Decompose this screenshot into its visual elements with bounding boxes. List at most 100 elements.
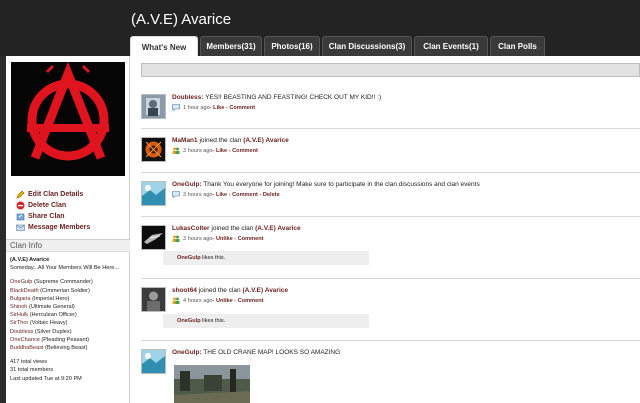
tab-clan-events[interactable]: Clan Events(1) bbox=[414, 36, 488, 56]
feed-user-link[interactable]: MaMan1 bbox=[172, 137, 198, 144]
clan-tagline: Someday...All Your Members Will Be Here.… bbox=[10, 264, 128, 272]
avatar[interactable] bbox=[141, 137, 166, 162]
list-item: BlackDeath (Cimmerian Soldier) bbox=[10, 287, 128, 295]
avatar[interactable] bbox=[141, 181, 166, 206]
member-link[interactable]: Shinoh bbox=[10, 304, 27, 310]
clan-actions: Edit Clan Details Delete Clan Share Clan… bbox=[16, 189, 90, 233]
members-icon bbox=[172, 147, 180, 154]
comment-icon bbox=[172, 104, 180, 111]
avatar[interactable] bbox=[141, 349, 166, 374]
feed-time: 1 hour ago bbox=[183, 105, 210, 111]
member-rank: (Herculean Officer) bbox=[30, 312, 77, 318]
page-title: (A.V.E) Avarice bbox=[131, 11, 231, 28]
feed-actions[interactable]: - Unlike - Comment bbox=[213, 298, 264, 304]
feed-user-link[interactable]: OneGulp: bbox=[172, 349, 202, 356]
feed-meta: 4 hours ago - Unlike - Comment bbox=[172, 297, 264, 304]
header: (A.V.E) Avarice What's New Members(31) P… bbox=[0, 0, 640, 56]
last-updated: Last updated Tue at 9:20 PM bbox=[10, 375, 128, 383]
tab-clan-discussions[interactable]: Clan Discussions(3) bbox=[322, 36, 412, 56]
tab-bar: What's New Members(31) Photos(16) Clan D… bbox=[130, 36, 547, 57]
feed-actions[interactable]: - Like - Comment bbox=[210, 105, 255, 111]
feed-meta: 3 hours ago - Like - Comment bbox=[172, 147, 258, 154]
feed-meta: 3 hours ago - Like - Comment - Delete bbox=[172, 191, 280, 198]
feed-user-link[interactable]: OneGulp: bbox=[172, 181, 202, 188]
feed-actions[interactable]: - Unlike - Comment bbox=[213, 236, 264, 242]
delete-clan-label: Delete Clan bbox=[28, 202, 66, 209]
list-item: OneChance (Pleading Peasant) bbox=[10, 336, 128, 344]
member-link[interactable]: BuddhaBeast bbox=[10, 345, 44, 351]
feed-actions[interactable]: - Like - Comment - Delete bbox=[213, 192, 280, 198]
feed-time: 3 hours ago bbox=[183, 192, 213, 198]
feed-user-link[interactable]: LukasColter bbox=[172, 225, 210, 232]
sidebar: Edit Clan Details Delete Clan Share Clan… bbox=[6, 56, 130, 403]
clan-link[interactable]: (A.V.E) Avarice bbox=[255, 225, 301, 232]
feed-message: YES!! BEASTING AND FEASTING! CHECK OUT M… bbox=[203, 94, 381, 101]
avatar[interactable] bbox=[141, 287, 166, 312]
member-link[interactable]: Doubless bbox=[10, 329, 33, 335]
feed-meta: 1 hour ago - Like - Comment bbox=[172, 104, 255, 111]
member-rank: (Believing Beast) bbox=[45, 345, 87, 351]
main-content: Doubless: YES!! BEASTING AND FEASTING! C… bbox=[130, 56, 640, 403]
total-views: 417 total views bbox=[10, 358, 128, 366]
member-rank: (Pleading Peasant) bbox=[41, 337, 89, 343]
avatar[interactable] bbox=[141, 94, 166, 119]
member-rank: (Cimmerian Soldier) bbox=[40, 288, 90, 294]
member-rank: (Supreme Commander) bbox=[34, 279, 93, 285]
likes-text: likes this. bbox=[201, 318, 226, 324]
feed-message: THE OLD CRANE MAP! LOOKS SO AMAZING bbox=[202, 349, 341, 356]
clan-info-name: (A.V.E) Avarice bbox=[10, 256, 128, 264]
divider bbox=[141, 278, 640, 279]
edit-clan-details-link[interactable]: Edit Clan Details bbox=[16, 189, 90, 200]
feed-user-link[interactable]: Doubless: bbox=[172, 94, 203, 101]
liker-link[interactable]: OneGulp bbox=[177, 255, 201, 261]
list-item: OneGulp (Supreme Commander) bbox=[10, 278, 128, 286]
avatar[interactable] bbox=[141, 225, 166, 250]
member-link[interactable]: OneChance bbox=[10, 337, 40, 343]
member-link[interactable]: Bulgaria bbox=[10, 296, 31, 302]
status-input[interactable] bbox=[141, 63, 640, 77]
delete-clan-link[interactable]: Delete Clan bbox=[16, 200, 90, 211]
feed-actions[interactable]: - Like - Comment bbox=[213, 148, 258, 154]
envelope-icon bbox=[16, 223, 25, 232]
member-link[interactable]: BlackDeath bbox=[10, 288, 39, 294]
members-icon bbox=[172, 235, 180, 242]
list-item: BuddhaBeast (Believing Beast) bbox=[10, 344, 128, 352]
share-clan-link[interactable]: Share Clan bbox=[16, 211, 90, 222]
likes-text: likes this. bbox=[201, 255, 226, 261]
liker-link[interactable]: OneGulp bbox=[177, 318, 201, 324]
clan-stats: 417 total views 31 total members Last up… bbox=[10, 358, 128, 383]
feed-text: OneGulp: Thank You everyone for joining!… bbox=[172, 181, 480, 188]
shared-screenshot[interactable] bbox=[174, 365, 250, 403]
tab-clan-polls[interactable]: Clan Polls bbox=[490, 36, 545, 56]
feed-text: shoot64 joined the clan (A.V.E) Avarice bbox=[172, 287, 288, 294]
member-link[interactable]: OneGulp bbox=[10, 279, 32, 285]
member-rank: (Silver Duplex) bbox=[35, 329, 72, 335]
clan-link[interactable]: (A.V.E) Avarice bbox=[243, 137, 289, 144]
feed-text: Doubless: YES!! BEASTING AND FEASTING! C… bbox=[172, 94, 381, 101]
comment-icon bbox=[172, 191, 180, 198]
tab-photos[interactable]: Photos(16) bbox=[264, 36, 320, 56]
list-item: SirHulk (Herculean Officer) bbox=[10, 311, 128, 319]
feed-text: OneGulp: THE OLD CRANE MAP! LOOKS SO AMA… bbox=[172, 349, 340, 356]
member-link[interactable]: SirHulk bbox=[10, 312, 28, 318]
members-icon bbox=[172, 297, 180, 304]
tab-members[interactable]: Members(31) bbox=[200, 36, 262, 56]
share-icon bbox=[16, 212, 25, 221]
list-item: Bulgaria (Imperial Hero) bbox=[10, 295, 128, 303]
tab-whats-new[interactable]: What's New bbox=[130, 36, 198, 57]
total-members: 31 total members bbox=[10, 366, 128, 374]
feed-user-link[interactable]: shoot64 bbox=[172, 287, 197, 294]
member-link[interactable]: SirThor bbox=[10, 320, 28, 326]
divider bbox=[141, 128, 640, 129]
list-item: Shinoh (Ultimate General) bbox=[10, 303, 128, 311]
clan-link[interactable]: (A.V.E) Avarice bbox=[242, 287, 288, 294]
member-rank: (Imperial Hero) bbox=[32, 296, 69, 302]
feed-time: 3 hours ago bbox=[183, 148, 213, 154]
message-members-link[interactable]: Message Members bbox=[16, 222, 90, 233]
clan-info-heading: Clan Info bbox=[6, 239, 130, 252]
message-members-label: Message Members bbox=[28, 224, 90, 231]
feed-text: LukasColter joined the clan (A.V.E) Avar… bbox=[172, 225, 301, 232]
divider bbox=[141, 340, 640, 341]
feed-time: 3 hours ago bbox=[183, 236, 213, 242]
feed-message: joined the clan bbox=[197, 287, 243, 294]
